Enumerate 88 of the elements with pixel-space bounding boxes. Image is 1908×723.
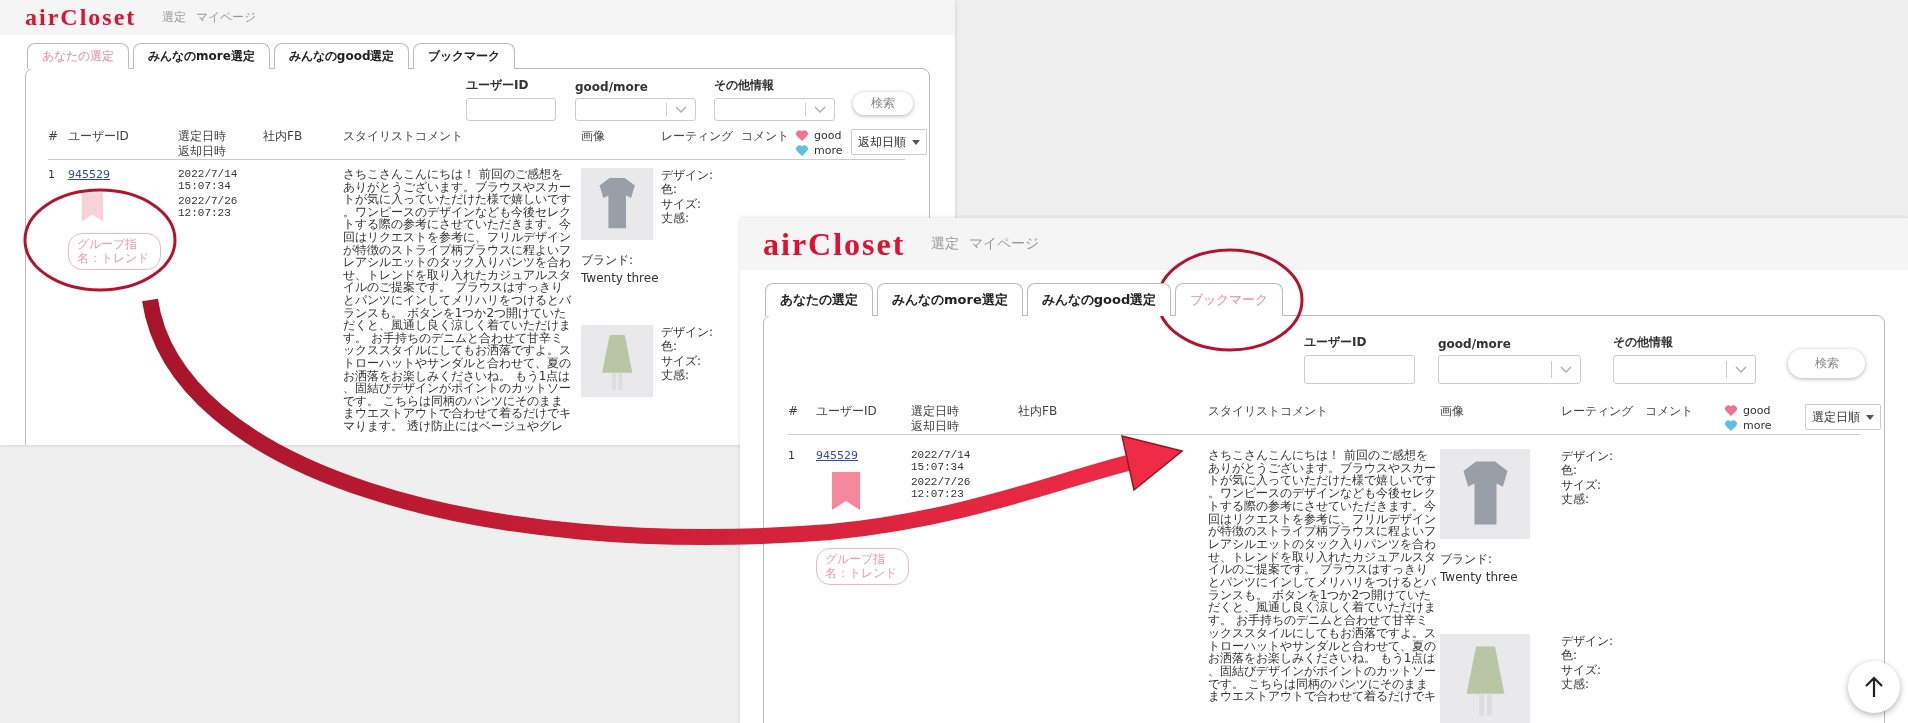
tab[interactable]: あなたの選定 bbox=[765, 283, 873, 316]
tab[interactable]: みんなのgood選定 bbox=[273, 43, 410, 69]
tab[interactable]: みんなのmore選定 bbox=[877, 283, 1023, 316]
spec-label: デザイン: bbox=[661, 325, 714, 340]
chevron-icon bbox=[1560, 365, 1572, 374]
select-field[interactable] bbox=[1438, 355, 1581, 384]
spec-label: サイズ: bbox=[661, 353, 702, 369]
column-header: 社内FB bbox=[263, 129, 303, 145]
spec-label: デザイン: bbox=[1561, 449, 1614, 464]
chevron-icon bbox=[1735, 365, 1747, 374]
user-id-link[interactable]: 945529 bbox=[816, 449, 858, 462]
stylist-comment: さちこさんこんにちは！ 前回のご感想をありがとうございます。ブラウスやスカートが気に入っていただけた様で嬉しいです。ワンピースのデザインなども今後セレクトする際の参考にさせていただきます。今回はリクエストを参考に、フリルデザインが特徴のストライプ柄ブラウスに程よいフレアシルエットのタック入りパンツを合わせ、トレンドを取り入れたカジュアルスタイルのご提案です。 ブラウスはすっきりとパンツにインしてメリハリをつけるとバランスも。 ボタンを1つか2つ開けていただくと、風通し良く涼しく着ていただけます。 お手持ちのデニムと合わせて甘辛ミックススタイルにしてもお洒落ですよ。ストローハットやサンダルと合わせて、夏のお洒落をお楽しみくださいね。 もう1点は、固結びデザインがポイントのカットソーです。 こちらは同柄のパンツにそのまままウエストアウトで合わせて着るだけでキ bbox=[1208, 449, 1436, 706]
filter-label: ユーザーID bbox=[1304, 334, 1368, 351]
column-header: コメント bbox=[741, 129, 789, 145]
select-field[interactable] bbox=[1613, 355, 1756, 384]
legend-label: good bbox=[1743, 404, 1771, 417]
bookmark-icon[interactable] bbox=[830, 470, 862, 512]
logo[interactable]: airCloset bbox=[763, 225, 906, 263]
clothing-photo-placeholder bbox=[581, 168, 653, 240]
spec-label: 丈感: bbox=[661, 211, 690, 226]
logo[interactable]: airCloset bbox=[25, 4, 137, 31]
column-header: スタイリストコメント bbox=[343, 129, 463, 145]
filter-label: その他情報 bbox=[1613, 334, 1674, 351]
brand-label: ブランド: bbox=[1440, 551, 1493, 568]
input-field[interactable] bbox=[1304, 355, 1415, 384]
chevron-icon bbox=[814, 105, 826, 114]
bookmark-icon[interactable] bbox=[80, 191, 105, 223]
sort-dropdown[interactable]: 返却日順 bbox=[851, 129, 927, 155]
filter-label: その他情報 bbox=[714, 77, 775, 94]
column-header: 画像 bbox=[1440, 404, 1464, 420]
column-header: コメント bbox=[1645, 404, 1693, 420]
spec-label: サイズ: bbox=[1561, 477, 1602, 493]
up-arrow-icon bbox=[1864, 676, 1884, 698]
spec-label: 色: bbox=[1561, 463, 1578, 478]
search-button[interactable]: 検索 bbox=[1788, 349, 1865, 378]
column-header: 選定日時返却日時 bbox=[911, 404, 959, 434]
filter-label: good/more bbox=[575, 80, 649, 94]
input-field[interactable] bbox=[466, 98, 556, 121]
spec-label: 丈感: bbox=[1561, 492, 1590, 507]
spec-label: 丈感: bbox=[661, 368, 690, 383]
search-button[interactable]: 検索 bbox=[853, 92, 913, 115]
caret-icon bbox=[1866, 414, 1874, 420]
group-tag: グループ指名：トレンド bbox=[68, 233, 161, 270]
brand-name: Twenty three bbox=[581, 271, 659, 285]
column-header: # bbox=[48, 129, 59, 145]
brand-label: ブランド: bbox=[581, 252, 634, 269]
tab[interactable]: ブックマーク bbox=[413, 43, 516, 69]
spec-label: 色: bbox=[1561, 648, 1578, 663]
spec-label: デザイン: bbox=[661, 168, 714, 183]
caret-icon bbox=[912, 139, 920, 145]
brand-name: Twenty three bbox=[1440, 570, 1518, 584]
stylist-comment: さちこさんこんにちは！ 前回のご感想をありがとうございます。ブラウスやスカートが気に入っていただけた様で嬉しいです。ワンピースのデザインなども今後セレクトする際の参考にさせていただきます。今回はリクエストを参考に、フリルデザインが特徴のストライプ柄ブラウスに程よいフレアシルエットのタック入りパンツを合わせ、トレンドを取り入れたカジュアルスタイルのご提案です。 ブラウスはすっきりとパンツにインしてメリハリをつけるとバランスも。 ボタンを1つか2つ開けていただくと、風通し良く涼しく着ていただけます。 お手持ちのデニムと合わせて甘辛ミックススタイルにしてもお洒落ですよ。ストローハットやサンダルと合わせて、夏のお洒落をお楽しみくださいね。 もう1点は、固結びデザインがポイントのカットソーです。 こちらは同柄のパンツにそのまままウエストアウトで合わせて着るだけでキマります。 透け防止にはベージュやグレ bbox=[343, 168, 571, 433]
column-header: レーティング bbox=[1561, 404, 1633, 420]
column-header: ユーザーID bbox=[68, 129, 129, 145]
filter-label: good/more bbox=[1438, 337, 1512, 351]
clothing-photo-placeholder bbox=[581, 325, 653, 397]
column-header: 社内FB bbox=[1018, 404, 1058, 420]
select-field[interactable] bbox=[714, 98, 835, 121]
column-header: スタイリストコメント bbox=[1208, 404, 1328, 420]
spec-label: デザイン: bbox=[1561, 634, 1614, 649]
row-number: 1 bbox=[48, 168, 56, 183]
column-header: ユーザーID bbox=[816, 404, 877, 420]
selected-date: 2022/7/14 15:07:34 bbox=[911, 449, 972, 474]
tab[interactable]: みんなのmore選定 bbox=[133, 43, 270, 69]
select-field[interactable] bbox=[575, 98, 696, 121]
column-header: # bbox=[788, 404, 799, 420]
filter-label: ユーザーID bbox=[466, 77, 530, 94]
legend-label: more bbox=[814, 144, 843, 157]
spec-label: 色: bbox=[661, 182, 678, 197]
return-date: 2022/7/26 12:07:23 bbox=[911, 476, 972, 501]
tab[interactable]: みんなのgood選定 bbox=[1026, 283, 1172, 316]
chevron-icon bbox=[675, 105, 687, 114]
legend-label: good bbox=[814, 129, 842, 142]
return-date: 2022/7/26 12:07:23 bbox=[178, 195, 239, 220]
column-header: レーティング bbox=[661, 129, 733, 145]
spec-label: サイズ: bbox=[1561, 662, 1602, 678]
spec-label: サイズ: bbox=[661, 196, 702, 212]
column-header: 画像 bbox=[581, 129, 605, 145]
group-tag: グループ指名：トレンド bbox=[816, 548, 909, 585]
user-id-link[interactable]: 945529 bbox=[68, 168, 110, 181]
row-number: 1 bbox=[788, 449, 796, 464]
spec-label: 色: bbox=[661, 339, 678, 354]
sort-dropdown[interactable]: 選定日順 bbox=[1805, 404, 1881, 430]
legend-label: more bbox=[1743, 419, 1772, 432]
column-header: 選定日時返却日時 bbox=[178, 129, 226, 159]
back-to-top-button[interactable] bbox=[1848, 661, 1900, 713]
selected-date: 2022/7/14 15:07:34 bbox=[178, 168, 239, 193]
spec-label: 丈感: bbox=[1561, 677, 1590, 692]
